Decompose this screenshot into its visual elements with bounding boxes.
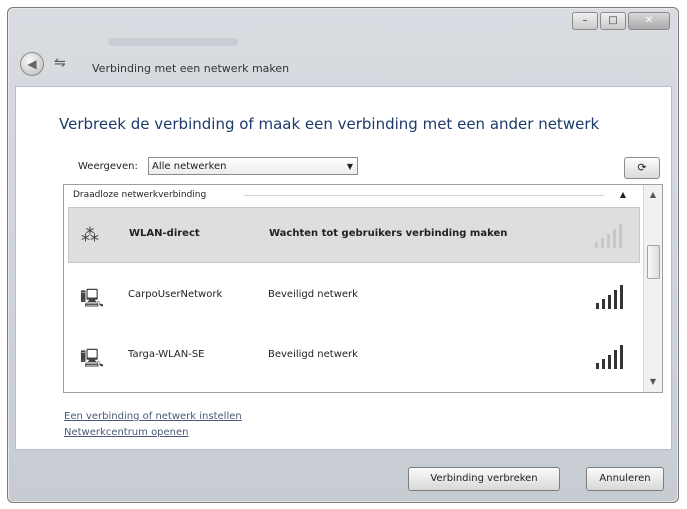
adhoc-network-icon: ⁂ [81, 225, 99, 246]
scroll-thumb[interactable] [647, 245, 660, 279]
refresh-button[interactable]: ⟳ [624, 157, 660, 179]
window-controls: – □ ✕ [572, 12, 670, 30]
back-button[interactable]: ◀ [20, 52, 44, 76]
content-area: Verbreek de verbinding of maak een verbi… [15, 86, 672, 450]
refresh-icon: ⟳ [637, 161, 647, 174]
secured-network-icon: 🖳 [80, 348, 105, 369]
network-status: Wachten tot gebruikers verbinding maken [269, 228, 508, 239]
minimize-button[interactable]: – [572, 12, 598, 30]
signal-strength-icon [594, 283, 626, 309]
group-divider [244, 195, 604, 196]
show-dropdown[interactable]: Alle netwerken ▼ [148, 157, 358, 175]
network-row[interactable]: ⁂ WLAN-direct Wachten tot gebruikers ver… [68, 207, 640, 263]
network-center-link[interactable]: Netwerkcentrum openen [64, 427, 189, 438]
title-bar: – □ ✕ ◀ ⇋ Verbinding met een netwerk mak… [8, 8, 678, 86]
show-dropdown-value: Alle netwerken [152, 161, 227, 172]
show-label: Weergeven: [78, 161, 138, 172]
signal-strength-icon [593, 222, 625, 248]
network-name: CarpoUserNetwork [128, 289, 223, 300]
maximize-button[interactable]: □ [600, 12, 626, 30]
close-button[interactable]: ✕ [628, 12, 670, 30]
network-row[interactable]: 🖳 CarpoUserNetwork Beveiligd netwerk [68, 269, 640, 325]
vertical-scrollbar[interactable]: ▲ ▼ [643, 185, 662, 392]
secured-network-icon: 🖳 [80, 288, 105, 309]
dropdown-arrow-icon: ▼ [346, 162, 353, 171]
window-title-blurred [108, 38, 238, 46]
page-heading: Verbreek de verbinding of maak een verbi… [59, 115, 600, 133]
network-list[interactable]: Draadloze netwerkverbinding ▲ ⁂ WLAN-dir… [63, 184, 663, 393]
network-status: Beveiligd netwerk [268, 349, 358, 360]
connect-to-network-dialog: – □ ✕ ◀ ⇋ Verbinding met een netwerk mak… [7, 7, 679, 503]
network-icon: ⇋ [54, 55, 66, 71]
collapse-icon[interactable]: ▲ [620, 185, 626, 205]
network-name: WLAN-direct [129, 228, 200, 239]
scroll-up-icon[interactable]: ▲ [644, 187, 662, 203]
network-name: Targa-WLAN-SE [128, 349, 205, 360]
cancel-button[interactable]: Annuleren [586, 467, 664, 491]
dialog-caption: Verbinding met een netwerk maken [92, 62, 290, 75]
setup-connection-link[interactable]: Een verbinding of netwerk instellen [64, 411, 242, 422]
disconnect-button[interactable]: Verbinding verbreken [408, 467, 560, 491]
network-row[interactable]: 🖳 Targa-WLAN-SE Beveiligd netwerk [68, 329, 640, 385]
network-status: Beveiligd netwerk [268, 289, 358, 300]
group-header[interactable]: Draadloze netwerkverbinding ▲ [64, 185, 640, 205]
scroll-down-icon[interactable]: ▼ [644, 374, 662, 390]
signal-strength-icon [594, 343, 626, 369]
group-title: Draadloze netwerkverbinding [73, 190, 207, 200]
